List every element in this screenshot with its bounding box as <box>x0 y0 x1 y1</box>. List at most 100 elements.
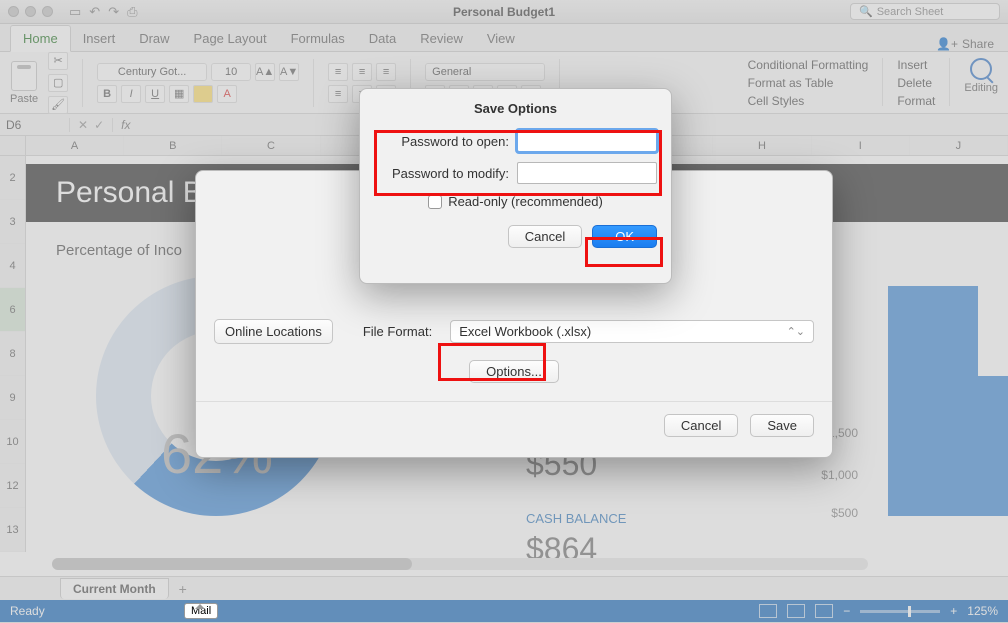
font-color-button[interactable]: A <box>217 85 237 103</box>
page-layout-view-icon[interactable] <box>787 604 805 618</box>
sheet-tab-current-month[interactable]: Current Month <box>60 578 169 599</box>
row-headers: 2 3 4 6 8 9 10 12 13 <box>0 156 26 552</box>
zoom-out-button[interactable]: − <box>843 604 850 618</box>
tab-view[interactable]: View <box>475 26 527 51</box>
options-button[interactable]: Options... <box>469 360 559 383</box>
italic-button[interactable]: I <box>121 85 141 103</box>
align-middle-icon[interactable]: ≡ <box>352 63 372 81</box>
paste-button[interactable]: Paste <box>10 61 38 105</box>
editing-group[interactable]: Editing <box>964 58 998 108</box>
share-button[interactable]: 👤+ Share <box>936 37 998 51</box>
save-dialog-cancel-button[interactable]: Cancel <box>664 414 738 437</box>
pct-income-label: Percentage of Inco <box>56 242 182 259</box>
share-label: Share <box>962 37 994 51</box>
col-A[interactable]: A <box>26 136 124 155</box>
print-icon[interactable]: ⎙ <box>127 4 137 20</box>
align-bottom-icon[interactable]: ≡ <box>376 63 396 81</box>
cut-icon[interactable]: ✂ <box>48 52 68 70</box>
zoom-icon[interactable] <box>42 6 53 17</box>
save-icon[interactable]: ▭ <box>69 4 81 20</box>
zoom-in-button[interactable]: + <box>950 604 957 618</box>
align-top-icon[interactable]: ≡ <box>328 63 348 81</box>
tab-data[interactable]: Data <box>357 26 408 51</box>
tab-insert[interactable]: Insert <box>71 26 128 51</box>
col-H[interactable]: H <box>713 136 811 155</box>
share-icon: 👤+ <box>936 37 958 51</box>
delete-cells-button[interactable]: Delete <box>897 76 935 90</box>
row-8[interactable]: 8 <box>0 332 25 376</box>
bold-button[interactable]: B <box>97 85 117 103</box>
window-controls[interactable] <box>8 6 53 17</box>
page-break-view-icon[interactable] <box>815 604 833 618</box>
insert-cells-button[interactable]: Insert <box>897 58 935 72</box>
copy-icon[interactable]: ▢ <box>48 74 68 92</box>
tab-formulas[interactable]: Formulas <box>279 26 357 51</box>
file-format-value: Excel Workbook (.xlsx) <box>459 324 591 339</box>
close-icon[interactable] <box>8 6 19 17</box>
increase-font-icon[interactable]: A▲ <box>255 63 275 81</box>
col-I[interactable]: I <box>812 136 910 155</box>
redo-icon[interactable]: ↷ <box>108 4 119 20</box>
format-as-table-button[interactable]: Format as Table <box>748 76 869 90</box>
readonly-checkbox[interactable] <box>428 195 442 209</box>
decrease-font-icon[interactable]: A▼ <box>279 63 299 81</box>
enter-formula-icon[interactable]: ✓ <box>94 118 104 132</box>
search-sheet-input[interactable]: 🔍 Search Sheet <box>850 3 1000 20</box>
save-options-cancel-button[interactable]: Cancel <box>508 225 582 248</box>
cancel-formula-icon[interactable]: ✕ <box>78 118 88 132</box>
axis-1000: $1,000 <box>821 468 858 482</box>
row-13[interactable]: 13 <box>0 508 25 552</box>
format-cells-button[interactable]: Format <box>897 94 935 108</box>
font-name-select[interactable]: Century Got... <box>97 63 207 81</box>
format-painter-icon[interactable]: 🖌 <box>48 96 68 114</box>
number-format-select[interactable]: General <box>425 63 545 81</box>
tab-draw[interactable]: Draw <box>127 26 181 51</box>
document-title: Personal Budget1 <box>453 5 555 19</box>
minimize-icon[interactable] <box>25 6 36 17</box>
horizontal-scrollbar[interactable] <box>52 558 868 570</box>
file-format-select[interactable]: Excel Workbook (.xlsx) ⌃⌄ <box>450 320 814 343</box>
col-J[interactable]: J <box>910 136 1008 155</box>
col-B[interactable]: B <box>124 136 222 155</box>
save-dialog-save-button[interactable]: Save <box>750 414 814 437</box>
font-size-select[interactable]: 10 <box>211 63 251 81</box>
row-2[interactable]: 2 <box>0 156 25 200</box>
fx-label[interactable]: fx <box>113 118 130 132</box>
chevron-updown-icon: ⌃⌄ <box>787 325 805 338</box>
cell-styles-button[interactable]: Cell Styles <box>748 94 869 108</box>
paste-label: Paste <box>10 93 38 105</box>
password-open-label: Password to open: <box>379 134 509 149</box>
search-icon: 🔍 <box>859 5 873 18</box>
row-6[interactable]: 6 <box>0 288 25 332</box>
titlebar: ▭ ↶ ↷ ⎙ Personal Budget1 🔍 Search Sheet <box>0 0 1008 24</box>
zoom-level[interactable]: 125% <box>967 604 998 618</box>
row-9[interactable]: 9 <box>0 376 25 420</box>
underline-button[interactable]: U <box>145 85 165 103</box>
password-open-input[interactable] <box>517 130 657 152</box>
add-sheet-button[interactable]: + <box>179 581 187 597</box>
cash-balance-label: CASH BALANCE <box>526 511 626 526</box>
password-modify-label: Password to modify: <box>379 166 509 181</box>
online-locations-button[interactable]: Online Locations <box>214 319 333 344</box>
undo-icon[interactable]: ↶ <box>89 4 100 20</box>
row-3[interactable]: 3 <box>0 200 25 244</box>
hscroll-thumb[interactable] <box>52 558 412 570</box>
save-options-ok-button[interactable]: OK <box>592 225 657 248</box>
conditional-formatting-button[interactable]: Conditional Formatting <box>748 58 869 72</box>
normal-view-icon[interactable] <box>759 604 777 618</box>
zoom-slider[interactable] <box>860 610 940 613</box>
tab-review[interactable]: Review <box>408 26 475 51</box>
row-12[interactable]: 12 <box>0 464 25 508</box>
readonly-label: Read-only (recommended) <box>448 194 603 209</box>
tab-home[interactable]: Home <box>10 25 71 52</box>
border-button[interactable]: ▦ <box>169 85 189 103</box>
fill-color-button[interactable] <box>193 85 213 103</box>
align-left-icon[interactable]: ≡ <box>328 85 348 103</box>
col-C[interactable]: C <box>222 136 320 155</box>
name-box[interactable]: D6 <box>0 118 70 132</box>
file-format-label: File Format: <box>363 324 432 339</box>
row-4[interactable]: 4 <box>0 244 25 288</box>
password-modify-input[interactable] <box>517 162 657 184</box>
tab-page-layout[interactable]: Page Layout <box>182 26 279 51</box>
row-10[interactable]: 10 <box>0 420 25 464</box>
